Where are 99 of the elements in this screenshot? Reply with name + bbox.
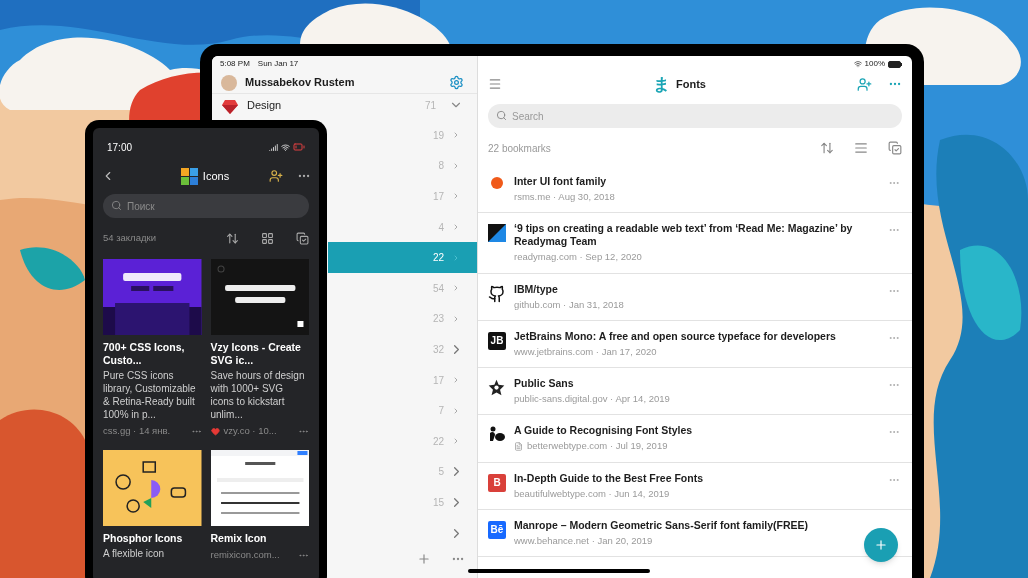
bookmark-meta: betterwebtype.com · Jul 19, 2019 [527, 439, 668, 454]
item-count: 4 [438, 220, 444, 235]
bookmark-meta: www.behance.net · Jan 20, 2019 [514, 533, 653, 548]
card-title: Vzy Icons - Create SVG ic... [210, 341, 302, 367]
avatar [221, 74, 237, 91]
wifi-icon [853, 60, 862, 68]
item-count: 17 [432, 190, 444, 204]
card-meta: css.gg · 14 янв. [103, 424, 172, 438]
site-logo-icon: JB [488, 331, 506, 350]
search-field[interactable]: Search [488, 104, 902, 128]
item-count: 7 [438, 404, 444, 419]
site-logo-icon: B [488, 473, 506, 492]
add-fab[interactable] [864, 528, 898, 562]
status-time: 5:08 PM [220, 58, 250, 70]
item-count: 17 [432, 373, 444, 388]
bookmark-title: ‘9 tips on creating a readable web text’ from ‘Read Me: Magazine’ by Readymag Team [514, 222, 854, 249]
search-field[interactable]: Поиск [103, 194, 309, 218]
sidebar-item[interactable]: 7 [328, 395, 477, 426]
bookmark-title: A Guide to Recognising Font Styles [514, 424, 694, 438]
sidebar-item[interactable]: 22 [328, 425, 477, 457]
bookmark-row[interactable]: A Guide to Recognising Font Styles betterwebtype.com · Jul 19, 2019 [478, 415, 912, 463]
bookmark-title: Manrope – Modern Geometric Sans-Serif font family(FREE) [514, 518, 810, 532]
sort-icon[interactable] [820, 141, 834, 155]
bookmark-title: IBM/type [514, 282, 559, 296]
bookmark-row[interactable]: Inter UI font family rsms.me · Aug 30, 2018 [478, 166, 912, 214]
sidebar-item[interactable]: 17 [328, 181, 477, 212]
group-name: Design [247, 97, 283, 113]
site-logo-icon: Bē [488, 520, 506, 539]
bookmark-meta: public-sans.digital.gov · Apr 14, 2019 [514, 392, 670, 406]
bookmark-meta: rsms.me · Aug 30, 2018 [514, 190, 615, 204]
settings-icon[interactable] [449, 75, 464, 90]
item-count: 8 [438, 159, 444, 174]
add-icon[interactable] [417, 552, 431, 567]
sidebar-item[interactable]: 4 [328, 211, 477, 243]
battery-icon [888, 60, 902, 68]
item-count: 22 [432, 251, 444, 266]
bookmark-count: 22 bookmarks [488, 141, 552, 156]
select-icon[interactable] [888, 141, 902, 155]
sidebar-item[interactable]: 15 [328, 487, 477, 518]
item-count: 54 [432, 281, 444, 296]
bookmark-row[interactable]: JB JetBrains Mono: A free and open source typeface for developers www.jetbrains.com · Jan 17, 2020 [478, 320, 912, 368]
bookmark-meta: www.jetbrains.com · Jan 17, 2020 [514, 344, 657, 359]
add-user-icon[interactable] [269, 169, 283, 183]
card-title: Phosphor Icons [103, 532, 184, 546]
grid-view-icon[interactable] [261, 231, 274, 245]
sidebar-group[interactable]: Design 71 [212, 94, 477, 120]
card-description: Save hours of design with 1000+ SVG icons to kickstart unlim... [210, 369, 306, 421]
sidebar-item[interactable]: 22 [328, 242, 477, 273]
wifi-icon [281, 142, 290, 152]
sidebar-item[interactable]: 19 [328, 120, 477, 151]
bookmark-title: JetBrains Mono: A free and open source typeface for developers [514, 329, 837, 343]
gem-heart-icon [221, 99, 239, 115]
select-icon[interactable] [296, 231, 309, 245]
bookmark-row[interactable]: IBM/type github.com · Jan 31, 2018 [478, 273, 912, 321]
list-view-icon[interactable] [854, 141, 868, 155]
sidebar-item[interactable]: 23 [328, 303, 477, 335]
status-time: 17:00 [107, 140, 134, 155]
sidebar-item[interactable]: 17 [328, 364, 477, 396]
search-icon [111, 200, 122, 211]
sidebar-item[interactable]: 8 [328, 150, 477, 182]
card-title: Remix Icon [210, 532, 268, 546]
item-count: 19 [432, 128, 444, 143]
menu-icon[interactable] [488, 77, 502, 91]
collection-icon [180, 167, 198, 185]
item-count: 32 [432, 342, 444, 357]
card-description: A flexible icon [103, 547, 166, 561]
bookmark-title: Public Sans [514, 377, 575, 390]
status-date: Sun Jan 17 [257, 58, 299, 70]
bookmark-meta: beautifulwebtype.com · Jun 14, 2019 [514, 486, 670, 501]
collection-title: Fonts [676, 76, 706, 92]
bookmark-meta: github.com · Jan 31, 2018 [514, 297, 624, 312]
sort-icon[interactable] [226, 231, 239, 245]
card-description: Pure CSS icons library, Customizable & Retina-Ready built 100% in p... [103, 369, 197, 421]
group-count: 71 [424, 98, 436, 113]
battery-level: 100% [864, 58, 885, 70]
sidebar-item[interactable]: 54 [328, 272, 477, 304]
bookmark-meta: readymag.com · Sep 12, 2020 [514, 250, 642, 265]
search-icon [496, 110, 507, 121]
sidebar-item[interactable]: 5 [328, 456, 477, 488]
item-count: 23 [432, 312, 444, 327]
sidebar-item[interactable]: 32 [328, 334, 477, 365]
plus-icon [874, 538, 888, 552]
bookmark-title: Inter UI font family [514, 175, 608, 188]
item-count: 5 [438, 465, 444, 480]
collection-logo-icon: ま [653, 75, 670, 93]
bookmark-row[interactable]: Public Sans public-sans.digital.gov · Apr 14, 2019 [478, 368, 912, 416]
bookmark-title: In-Depth Guide to the Best Free Fonts [514, 471, 704, 485]
card-meta: remixicon.com... [210, 548, 281, 563]
user-name: Mussabekov Rustem [245, 75, 356, 91]
bookmark-row[interactable]: B In-Depth Guide to the Best Free Fonts beautifulwebtype.com · Jun 14, 2019 [478, 462, 912, 510]
item-count: 15 [432, 495, 444, 510]
bookmark-row[interactable]: ‘9 tips on creating a readable web text’ from ‘Read Me: Magazine’ by Readymag Team readymag.com · Sep 12, 2020 [478, 213, 912, 274]
collection-title: Icons [202, 168, 230, 184]
card-title: 700+ CSS Icons, Custo... [103, 341, 186, 367]
signal-icon [269, 142, 278, 152]
item-count: 22 [432, 434, 444, 449]
battery-icon [293, 141, 305, 153]
card-meta: vzy.co · 10... [223, 424, 278, 438]
bookmark-count: 54 закладки [103, 230, 157, 245]
